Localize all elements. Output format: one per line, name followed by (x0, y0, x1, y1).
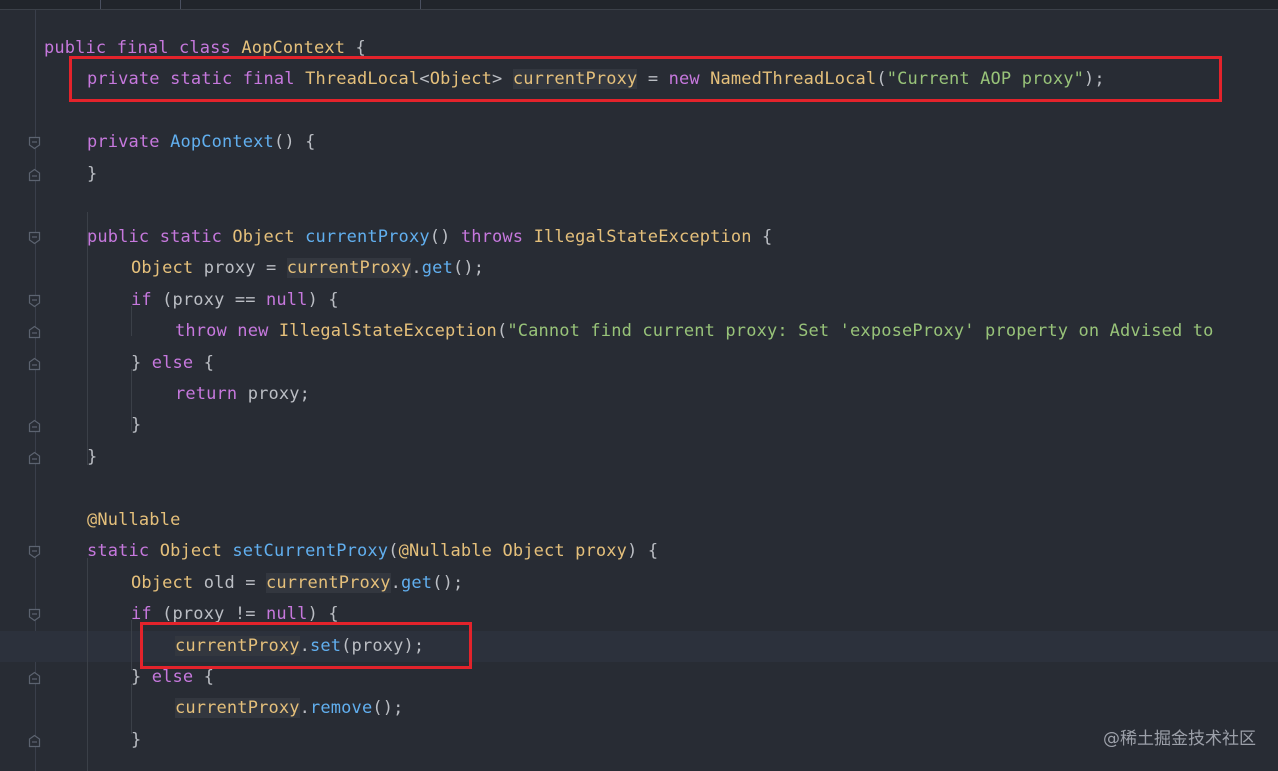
code-token: ) { (307, 289, 339, 310)
code-line[interactable]: } (131, 725, 141, 756)
code-token: } (131, 415, 142, 436)
code-token: proxy; (247, 383, 311, 404)
code-token: return (175, 383, 248, 404)
editor-tab[interactable] (0, 0, 101, 9)
code-token: . (390, 572, 402, 593)
code-token: (); (372, 698, 404, 719)
code-token: static (87, 541, 160, 562)
code-token: () { (273, 132, 316, 153)
code-token: Object (159, 541, 233, 562)
code-line[interactable]: Object old = currentProxy.get(); (131, 568, 463, 599)
indent-guide (87, 558, 88, 771)
code-token: { (345, 38, 366, 58)
code-token: private (87, 132, 171, 153)
fold-end-icon[interactable] (28, 418, 41, 433)
highlight-box-set-call (140, 622, 472, 669)
code-line[interactable]: } (87, 159, 97, 190)
code-line[interactable]: throw new IllegalStateException("Cannot … (175, 316, 1214, 347)
code-token: public final class (44, 38, 242, 58)
code-token: } (131, 352, 152, 373)
code-token: ) { (627, 541, 659, 562)
code-token: Object (131, 572, 194, 593)
watermark-text: @稀土掘金技术社区 (1103, 729, 1256, 749)
code-line[interactable]: currentProxy.remove(); (175, 693, 403, 724)
code-token: } (131, 729, 142, 750)
code-token: currentProxy (175, 698, 300, 719)
code-token: { (751, 226, 773, 247)
code-token: AopContext (241, 38, 346, 58)
fold-start-icon[interactable] (28, 607, 41, 622)
highlight-box-field-declaration (69, 56, 1222, 102)
code-token: currentProxy (286, 258, 412, 279)
code-editor[interactable]: public final class AopContext { private s… (0, 10, 1278, 771)
code-token: ( (496, 321, 508, 342)
code-token: currentProxy (266, 572, 391, 593)
code-token: } (87, 446, 98, 467)
code-token: get (421, 258, 453, 279)
code-line[interactable]: public static Object currentProxy() thro… (87, 222, 772, 253)
fold-start-icon[interactable] (28, 135, 41, 150)
code-token: null (266, 289, 308, 310)
code-token: (); (432, 572, 464, 593)
code-token: IllegalStateException (278, 321, 497, 342)
code-token: Object (131, 258, 194, 279)
fold-start-icon[interactable] (28, 544, 41, 559)
code-line[interactable]: } else { (131, 348, 214, 379)
editor-tab[interactable] (180, 0, 421, 9)
code-token: if (131, 289, 163, 310)
code-token: (proxy == (162, 289, 267, 310)
code-token: Object (502, 541, 576, 562)
fold-start-icon[interactable] (28, 293, 41, 307)
code-token: currentProxy (305, 226, 430, 247)
fold-end-icon[interactable] (28, 733, 41, 747)
code-token: get (401, 572, 433, 593)
code-line[interactable]: private AopContext() { (87, 127, 316, 158)
code-token: else (151, 667, 204, 687)
fold-end-icon[interactable] (28, 167, 41, 181)
fold-end-icon[interactable] (28, 450, 41, 464)
fold-end-icon[interactable] (28, 324, 41, 339)
code-token: old = (193, 572, 267, 593)
fold-end-icon[interactable] (28, 670, 41, 685)
code-token: AopContext (170, 132, 274, 153)
code-token: remove (310, 698, 373, 719)
code-token: ( (388, 541, 399, 562)
code-token: { (203, 667, 215, 687)
code-token: else (151, 352, 204, 373)
code-token: . (411, 258, 422, 279)
code-token: throw new (175, 321, 279, 342)
code-token: . (299, 698, 311, 719)
code-token: "Cannot find current proxy: Set 'exposeP… (507, 321, 1214, 342)
code-token: { (203, 352, 215, 373)
fold-start-icon[interactable] (28, 230, 41, 244)
code-token: public static (87, 226, 233, 247)
editor-tab-bar (0, 0, 1278, 10)
code-token: } (131, 667, 152, 687)
code-line[interactable]: @Nullable (87, 505, 180, 536)
code-line[interactable]: } (87, 442, 97, 473)
code-token: () (429, 226, 461, 247)
code-line[interactable]: } (131, 410, 141, 441)
code-token: (); (452, 258, 485, 279)
code-line[interactable]: return proxy; (175, 379, 310, 410)
code-line[interactable]: Object proxy = currentProxy.get(); (131, 253, 484, 284)
code-line[interactable]: if (proxy == null) { (131, 285, 339, 316)
code-token: @Nullable (398, 541, 503, 562)
code-token: throws (460, 226, 534, 247)
code-token: } (87, 163, 98, 184)
editor-tab[interactable] (100, 0, 181, 9)
fold-end-icon[interactable] (28, 356, 41, 370)
code-token: @Nullable (87, 509, 181, 530)
code-token: setCurrentProxy (232, 541, 389, 562)
code-token: Object (232, 226, 306, 247)
code-token: IllegalStateException (533, 226, 752, 247)
code-token: proxy (575, 541, 628, 562)
code-token: proxy = (193, 258, 287, 279)
code-line[interactable]: static Object setCurrentProxy(@Nullable … (87, 536, 658, 567)
